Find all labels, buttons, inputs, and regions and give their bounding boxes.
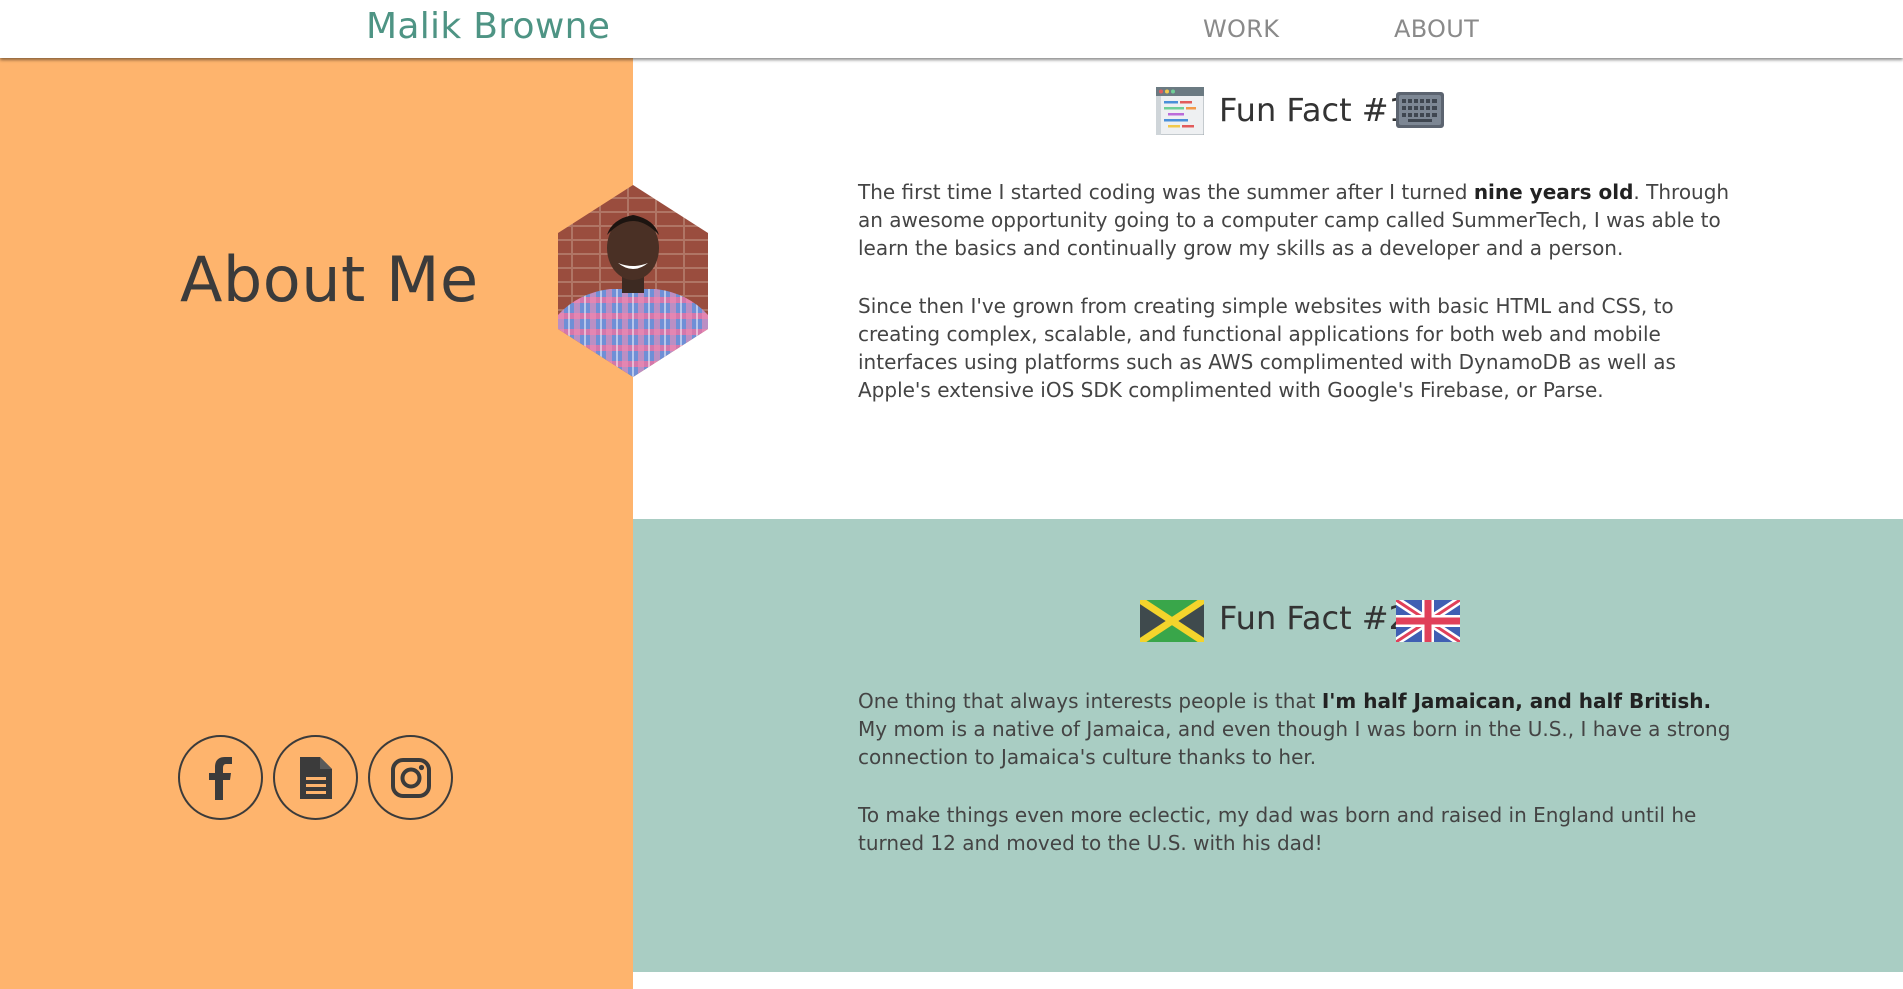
avatar [558, 185, 708, 377]
brand-name-link[interactable]: Malik Browne [366, 6, 610, 47]
fun-fact-2-paragraph-2: To make things even more eclectic, my da… [858, 803, 1697, 855]
keyboard-icon [1396, 92, 1444, 128]
document-icon [299, 756, 332, 799]
about-sidebar: About Me [0, 58, 633, 989]
page-title: About Me [180, 243, 479, 316]
fun-fact-1-title: Fun Fact #1 [1219, 91, 1409, 129]
code-window-icon [1156, 87, 1204, 135]
fun-fact-2-section: Fun Fact #2 One thing that always intere… [633, 519, 1903, 972]
fun-fact-2-body: One thing that always interests people i… [858, 687, 1738, 887]
jamaica-flag-icon [1140, 600, 1204, 642]
resume-button[interactable] [273, 735, 358, 820]
instagram-icon [390, 757, 431, 798]
uk-flag-icon [1396, 600, 1460, 642]
fun-fact-1-body: The first time I started coding was the … [858, 178, 1738, 434]
facebook-button[interactable] [178, 735, 263, 820]
fun-fact-1-section: Fun Fact #1 The first time I started cod… [633, 58, 1903, 519]
page-footer-strip [633, 972, 1903, 989]
nav-link-about[interactable]: ABOUT [1394, 15, 1479, 43]
instagram-button[interactable] [368, 735, 453, 820]
fun-fact-1-paragraph-2: Since then I've grown from creating simp… [858, 294, 1676, 402]
facebook-icon [208, 756, 232, 800]
fun-fact-2-paragraph-1: One thing that always interests people i… [858, 689, 1731, 769]
top-navbar: Malik Browne WORK ABOUT [0, 0, 1903, 58]
nav-link-work[interactable]: WORK [1203, 15, 1279, 43]
fun-fact-1-paragraph-1: The first time I started coding was the … [858, 180, 1730, 260]
fun-fact-2-title: Fun Fact #2 [1219, 599, 1409, 637]
